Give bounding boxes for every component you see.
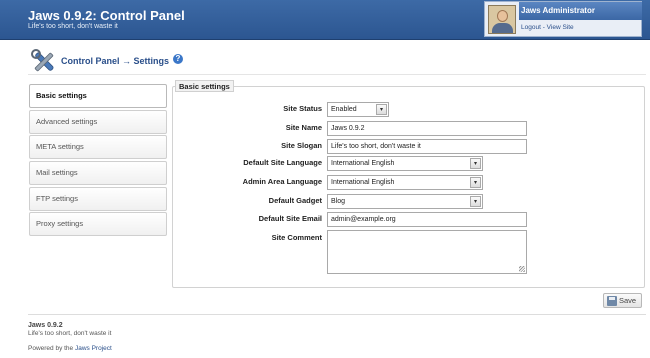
settings-sidebar: Basic settings Advanced settings META se… — [29, 84, 167, 238]
resize-grip-icon[interactable] — [519, 266, 525, 272]
breadcrumb-divider — [28, 74, 646, 75]
sidebar-item-mail-settings[interactable]: Mail settings — [29, 161, 167, 185]
default-language-label: Default Site Language — [172, 158, 322, 167]
default-gadget-select[interactable]: Blog ▾ — [327, 194, 483, 209]
site-email-field[interactable]: admin@example.org — [327, 212, 527, 227]
site-comment-label: Site Comment — [172, 233, 322, 242]
admin-language-select[interactable]: International English ▾ — [327, 175, 483, 190]
powered-by-text: Powered by the — [28, 345, 75, 352]
sidebar-item-meta-settings[interactable]: META settings — [29, 135, 167, 159]
default-language-select[interactable]: International English ▾ — [327, 156, 483, 171]
site-status-label: Site Status — [172, 104, 322, 113]
breadcrumb: Control Panel → Settings — [61, 56, 169, 66]
site-email-label: Default Site Email — [172, 214, 322, 223]
user-links: Logout - View Site — [521, 24, 574, 31]
logout-link[interactable]: Logout — [521, 24, 541, 31]
avatar-face-icon — [497, 10, 508, 22]
chevron-down-icon: ▾ — [376, 104, 387, 115]
sidebar-item-basic-settings[interactable]: Basic settings — [29, 84, 167, 108]
site-name-label: Site Name — [172, 123, 322, 132]
chevron-down-icon: ▾ — [470, 177, 481, 188]
avatar-body-icon — [492, 23, 513, 34]
help-icon[interactable]: ? — [173, 54, 183, 64]
admin-language-label: Admin Area Language — [172, 177, 322, 186]
site-slogan-label: Site Slogan — [172, 141, 322, 150]
avatar — [488, 5, 516, 34]
user-name: Jaws Administrator — [519, 2, 642, 20]
site-name-field[interactable]: Jaws 0.9.2 — [327, 121, 527, 136]
site-status-select[interactable]: Enabled ▾ — [327, 102, 389, 117]
default-gadget-value: Blog — [331, 198, 345, 205]
save-button[interactable]: Save — [603, 293, 642, 308]
disk-icon — [607, 296, 617, 306]
chevron-down-icon: ▾ — [470, 196, 481, 207]
sidebar-item-proxy-settings[interactable]: Proxy settings — [29, 212, 167, 236]
footer-divider — [28, 314, 646, 315]
jaws-project-link[interactable]: Jaws Project — [75, 345, 112, 352]
site-comment-textarea[interactable] — [327, 230, 527, 274]
sidebar-item-advanced-settings[interactable]: Advanced settings — [29, 110, 167, 134]
site-slogan: Life's too short, don't waste it — [28, 23, 118, 30]
footer-slogan: Life's too short, don't waste it — [28, 330, 111, 337]
footer-powered-by: Powered by the Jaws Project — [28, 345, 112, 352]
admin-language-value: International English — [331, 179, 394, 186]
default-gadget-label: Default Gadget — [172, 196, 322, 205]
view-site-link[interactable]: View Site — [547, 24, 574, 31]
header-bar: Jaws 0.9.2: Control Panel Life's too sho… — [0, 0, 650, 40]
site-status-value: Enabled — [331, 106, 357, 113]
fieldset-legend: Basic settings — [175, 80, 234, 92]
site-title: Jaws 0.9.2: Control Panel — [28, 8, 185, 23]
user-panel: Jaws Administrator Logout - View Site — [484, 1, 642, 37]
footer-title: Jaws 0.9.2 — [28, 322, 63, 329]
chevron-down-icon: ▾ — [470, 158, 481, 169]
site-slogan-field[interactable]: Life's too short, don't waste it — [327, 139, 527, 154]
sidebar-item-ftp-settings[interactable]: FTP settings — [29, 187, 167, 211]
tools-icon — [30, 48, 58, 76]
save-label: Save — [619, 296, 636, 305]
default-language-value: International English — [331, 160, 394, 167]
